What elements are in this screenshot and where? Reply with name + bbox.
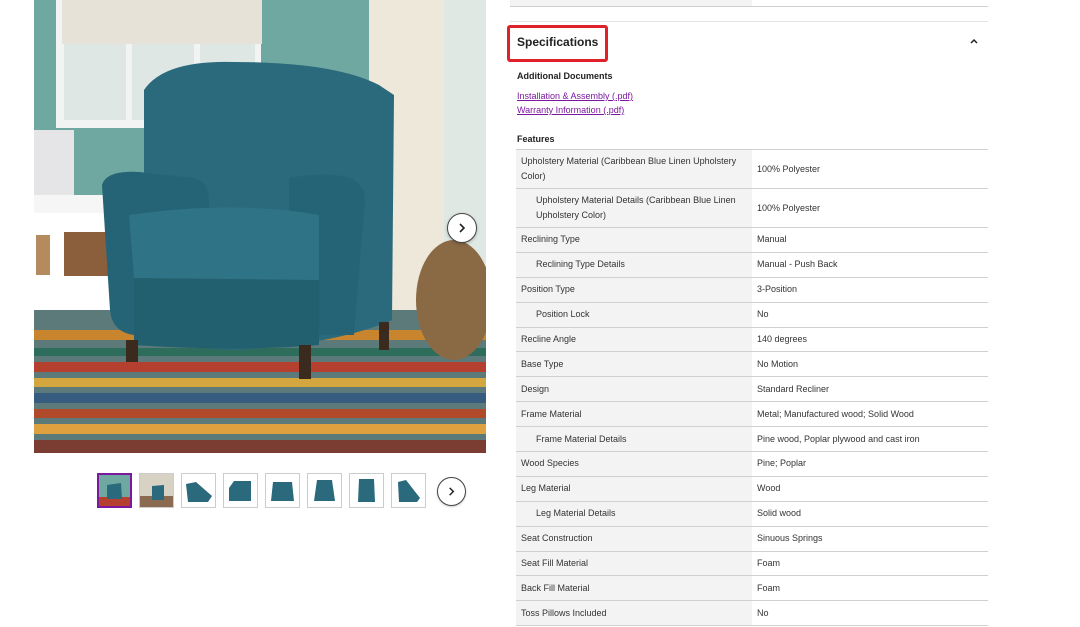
spec-label: Recline Angle <box>516 327 752 353</box>
spec-label: Toss Pillows Included <box>516 600 752 627</box>
table-row: Reclining Type Manual <box>516 227 988 253</box>
thumbnail-6[interactable] <box>307 473 342 508</box>
table-row: Toss Pillows Included No <box>516 600 988 627</box>
chevron-up-icon[interactable] <box>968 35 980 47</box>
spec-label: Frame Material Details <box>516 426 752 453</box>
thumbnail-3[interactable] <box>181 473 216 508</box>
table-row: Reclining Type Details Manual - Push Bac… <box>516 252 988 278</box>
table-row: Wood Species Pine; Poplar <box>516 451 988 477</box>
spec-value: Metal; Manufactured wood; Solid Wood <box>752 401 988 428</box>
document-links: Installation & Assembly (.pdf) Warranty … <box>517 89 988 117</box>
spec-label: Position Lock <box>516 302 752 328</box>
table-row: Position Lock No <box>516 302 988 328</box>
table-row: Base Type No Motion <box>516 351 988 378</box>
spec-label: Reclining Type Details <box>516 252 752 278</box>
table-row: Upholstery Material Details (Caribbean B… <box>516 188 988 228</box>
spec-value: Manual - Push Back <box>752 252 988 278</box>
table-row: Upholstery Material (Caribbean Blue Line… <box>516 149 988 189</box>
table-row: Back Fill Material Foam <box>516 575 988 602</box>
chevron-right-icon <box>449 487 455 496</box>
table-row: Leg Material Details Solid wood <box>516 501 988 527</box>
table-row: Seat Construction Sinuous Springs <box>516 526 988 552</box>
spec-label: Frame Material <box>516 401 752 428</box>
features-table: Upholstery Material (Caribbean Blue Line… <box>516 149 988 627</box>
spec-value: 3-Position <box>752 277 988 303</box>
spec-value: Pine; Poplar <box>752 451 988 477</box>
spec-value: Foam <box>752 575 988 602</box>
table-row: Design Standard Recliner <box>516 376 988 403</box>
spec-value: 100% Polyester <box>752 188 988 228</box>
spec-label: Seat Construction <box>516 526 752 552</box>
spec-value: Sinuous Springs <box>752 526 988 552</box>
spec-value: Foam <box>752 551 988 577</box>
spec-label: Base Type <box>516 351 752 378</box>
spec-value: Wood <box>752 476 988 502</box>
spec-value: 140 degrees <box>752 327 988 353</box>
thumbnail-2[interactable] <box>139 473 174 508</box>
spec-label: Upholstery Material Details (Caribbean B… <box>516 188 752 228</box>
spec-value: Solid wood <box>752 501 988 527</box>
thumbnails-next-button[interactable] <box>437 477 466 506</box>
specifications-title[interactable]: Specifications <box>507 25 608 62</box>
specifications-header[interactable]: Specifications <box>507 21 988 65</box>
spec-label: Design <box>516 376 752 403</box>
chevron-right-icon <box>459 223 466 233</box>
table-row: Recline Angle 140 degrees <box>516 327 988 353</box>
spec-value: No <box>752 600 988 627</box>
thumbnail-8[interactable] <box>391 473 426 508</box>
spec-value: Manual <box>752 227 988 253</box>
additional-documents-label: Additional Documents <box>517 71 613 81</box>
spec-label: Upholstery Material (Caribbean Blue Line… <box>516 149 752 189</box>
thumbnail-7[interactable] <box>349 473 384 508</box>
spec-label: Back Fill Material <box>516 575 752 602</box>
previous-section-edge <box>510 0 988 7</box>
table-row: Seat Fill Material Foam <box>516 551 988 577</box>
thumbnail-strip <box>97 473 426 509</box>
spec-label: Wood Species <box>516 451 752 477</box>
spec-label: Seat Fill Material <box>516 551 752 577</box>
thumbnail-5[interactable] <box>265 473 300 508</box>
warranty-information-link[interactable]: Warranty Information (.pdf) <box>517 103 988 117</box>
table-row: Frame Material Metal; Manufactured wood;… <box>516 401 988 428</box>
table-row: Leg Material Wood <box>516 476 988 502</box>
table-row: Frame Material Details Pine wood, Poplar… <box>516 426 988 453</box>
spec-value: No <box>752 302 988 328</box>
table-row: Position Type 3-Position <box>516 277 988 303</box>
features-label: Features <box>517 134 555 144</box>
spec-label: Leg Material Details <box>516 501 752 527</box>
spec-label: Leg Material <box>516 476 752 502</box>
spec-value: 100% Polyester <box>752 149 988 189</box>
spec-value: No Motion <box>752 351 988 378</box>
specifications-panel: Specifications Additional Documents Inst… <box>507 0 988 627</box>
spec-value: Pine wood, Poplar plywood and cast iron <box>752 426 988 453</box>
spec-label: Position Type <box>516 277 752 303</box>
product-main-image[interactable] <box>34 0 486 453</box>
spec-value: Standard Recliner <box>752 376 988 403</box>
spec-label: Reclining Type <box>516 227 752 253</box>
thumbnail-4[interactable] <box>223 473 258 508</box>
gallery-next-button[interactable] <box>447 213 477 243</box>
installation-assembly-link[interactable]: Installation & Assembly (.pdf) <box>517 89 988 103</box>
thumbnail-1[interactable] <box>97 473 132 508</box>
